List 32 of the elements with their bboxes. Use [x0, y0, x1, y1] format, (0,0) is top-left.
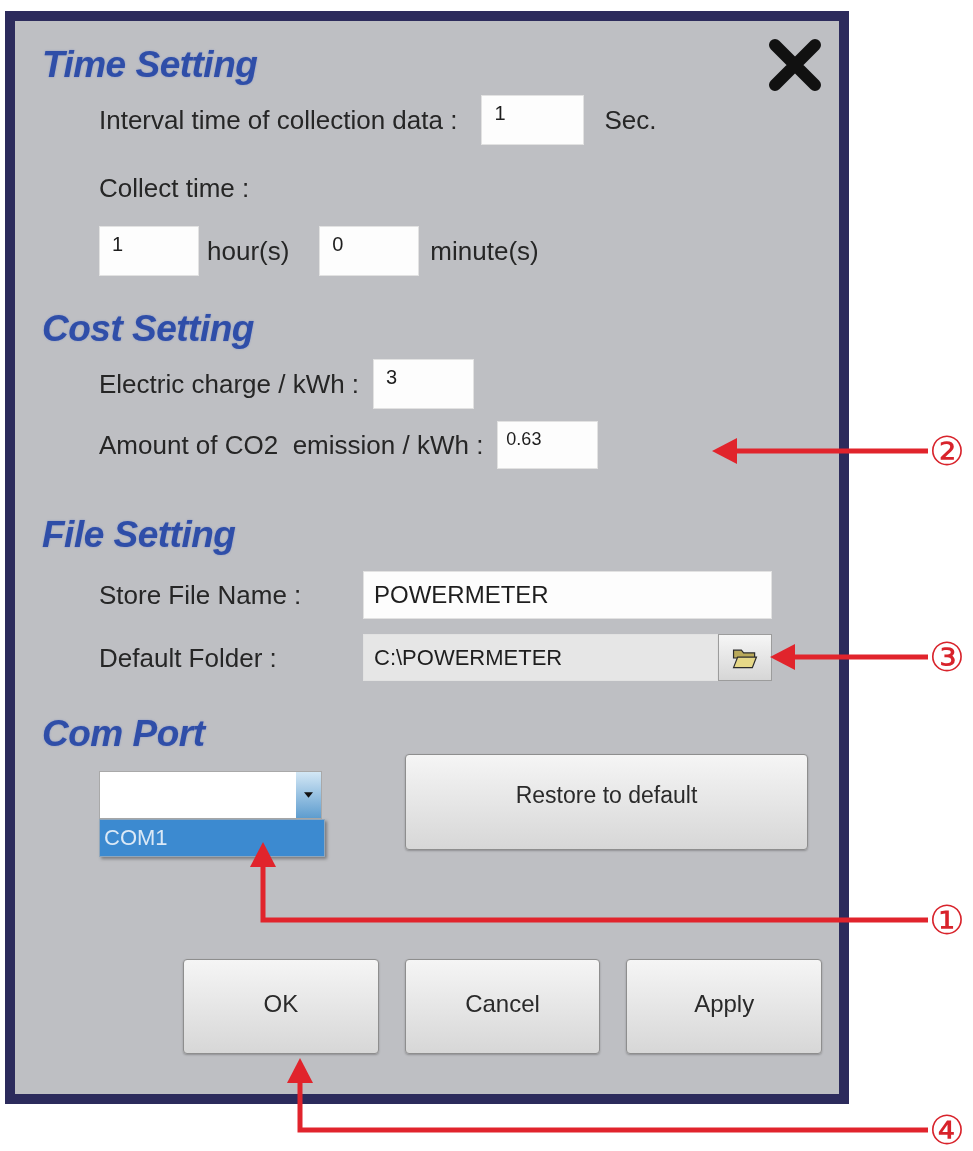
unit-label: hour(s) [207, 235, 290, 267]
dropdown-button[interactable] [296, 772, 321, 818]
section-heading: Time Setting [42, 44, 258, 86]
number-input[interactable]: 0.63 [497, 421, 599, 469]
field-label: Amount of CO2 emission / kWh : [99, 429, 484, 461]
restore-default-button[interactable]: Restore to default [405, 754, 808, 850]
field-label: Default Folder : [99, 641, 278, 674]
unit-label: minute(s) [430, 235, 539, 267]
interval-input[interactable]: 1 [481, 95, 585, 145]
callout-number: ④ [929, 1106, 965, 1151]
callout-number: ③ [929, 633, 965, 682]
dialog-button[interactable]: OK [183, 959, 379, 1054]
minutes-input[interactable]: 0 [319, 226, 420, 276]
section-heading: Cost Setting [42, 308, 254, 350]
dialog-button[interactable]: Apply [626, 959, 822, 1054]
number-input[interactable]: 3 [373, 359, 475, 409]
browse-button[interactable] [718, 634, 772, 681]
close-icon[interactable] [768, 38, 822, 92]
caret-icon [304, 792, 313, 798]
callout-number: ② [929, 427, 965, 476]
section-heading: File Setting [42, 514, 236, 556]
dialog-button[interactable]: Cancel [404, 959, 601, 1054]
field-label: Collect time : [99, 172, 250, 204]
file-name-input[interactable]: POWERMETER [363, 571, 772, 619]
hours-input[interactable]: 1 [99, 226, 199, 276]
folder-input[interactable]: C:\POWERMETER [363, 634, 718, 681]
field-label: Interval time of collection data : [99, 104, 458, 136]
unit-label: Sec. [604, 104, 657, 136]
section-heading: Com Port [42, 714, 205, 754]
callout-number: ① [929, 896, 965, 945]
field-label: Store File Name : [99, 579, 303, 611]
field-label: Electric charge / kWh : [99, 368, 360, 400]
